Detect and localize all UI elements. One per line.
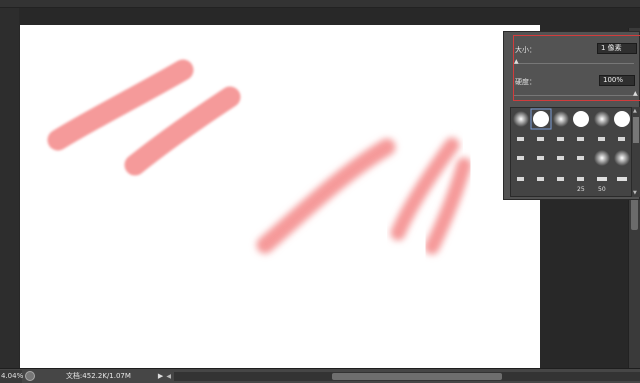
brush-stroke	[124, 86, 241, 176]
hardness-slider-handle[interactable]: ▲	[633, 91, 638, 97]
scroll-left-icon[interactable]: ◀	[166, 373, 171, 380]
brush-preset-hard-round[interactable]	[614, 111, 630, 127]
status-info-icon[interactable]	[25, 371, 35, 381]
size-slider-track[interactable]	[514, 63, 634, 64]
brush-preset-star[interactable]	[597, 177, 607, 181]
brush-preset-chalk[interactable]	[537, 137, 544, 141]
options-bar-edge	[0, 0, 640, 8]
painted-strokes	[47, 59, 472, 255]
brush-preset-star[interactable]	[617, 177, 627, 181]
brush-preset-chalk[interactable]	[557, 137, 564, 141]
status-bar: 4.04% 文档:452.2K/1.07M ▶ ◀	[0, 368, 640, 383]
scroll-down-icon[interactable]: ▼	[633, 190, 637, 196]
preset-size-25: 25	[577, 186, 585, 193]
brush-preset-chalk[interactable]	[537, 156, 544, 160]
brush-preset-soft-round[interactable]	[614, 150, 630, 166]
brush-preset-picker[interactable]: 大小： 1 像素 ▲ 硬度： 100% ▲ 25 50 ▲ ▼	[503, 31, 640, 200]
brush-preset-chalk[interactable]	[517, 156, 524, 160]
preset-scroll-thumb[interactable]	[633, 117, 639, 143]
brush-preset-chalk[interactable]	[577, 156, 584, 160]
brush-preset-chalk[interactable]	[577, 137, 584, 141]
scroll-up-icon[interactable]: ▲	[633, 108, 637, 114]
document-info: 文档:452.2K/1.07M	[65, 372, 131, 380]
document-canvas[interactable]	[20, 25, 540, 368]
brush-preset-chalk[interactable]	[537, 177, 544, 181]
brush-preset-soft-round[interactable]	[594, 111, 610, 127]
brush-preset-chalk[interactable]	[517, 137, 524, 141]
preset-scrollbar[interactable]: ▲ ▼	[632, 107, 640, 197]
brush-preset-soft-round[interactable]	[513, 111, 529, 127]
preset-size-50: 50	[598, 186, 606, 193]
size-slider-handle[interactable]: ▲	[514, 59, 519, 65]
size-input[interactable]: 1 像素	[597, 43, 637, 54]
brush-preset-chalk[interactable]	[557, 156, 564, 160]
brush-preset-chalk[interactable]	[517, 177, 524, 181]
brush-preset-list[interactable]: 25 50	[510, 107, 632, 197]
brush-preset-chalk[interactable]	[577, 177, 584, 181]
brush-preset-grid[interactable]	[511, 108, 633, 198]
brush-preset-chalk[interactable]	[618, 137, 625, 141]
status-menu-arrow-icon[interactable]: ▶	[158, 372, 163, 380]
hardness-slider-track[interactable]	[514, 95, 638, 96]
zoom-level-field[interactable]: 4.04%	[0, 369, 23, 383]
horizontal-scrollbar[interactable]	[173, 371, 640, 381]
brush-preset-hard-round-selected[interactable]	[533, 111, 549, 127]
brush-preset-chalk[interactable]	[598, 137, 605, 141]
hardness-label: 硬度：	[515, 78, 536, 86]
brush-stroke	[47, 59, 194, 151]
brush-preset-soft-round[interactable]	[594, 150, 610, 166]
size-hardness-group: 大小： 1 像素 ▲ 硬度： 100% ▲	[513, 35, 640, 101]
brush-preset-hard-round[interactable]	[573, 111, 589, 127]
toolbar-edge	[0, 8, 19, 368]
horizontal-scroll-thumb[interactable]	[331, 372, 502, 380]
brush-preset-soft-round[interactable]	[553, 111, 569, 127]
hardness-input[interactable]: 100%	[599, 75, 635, 86]
vertical-scroll-thumb[interactable]	[631, 198, 638, 230]
brush-stroke	[256, 138, 396, 254]
brush-preset-chalk[interactable]	[557, 177, 564, 181]
size-label: 大小：	[515, 46, 536, 54]
